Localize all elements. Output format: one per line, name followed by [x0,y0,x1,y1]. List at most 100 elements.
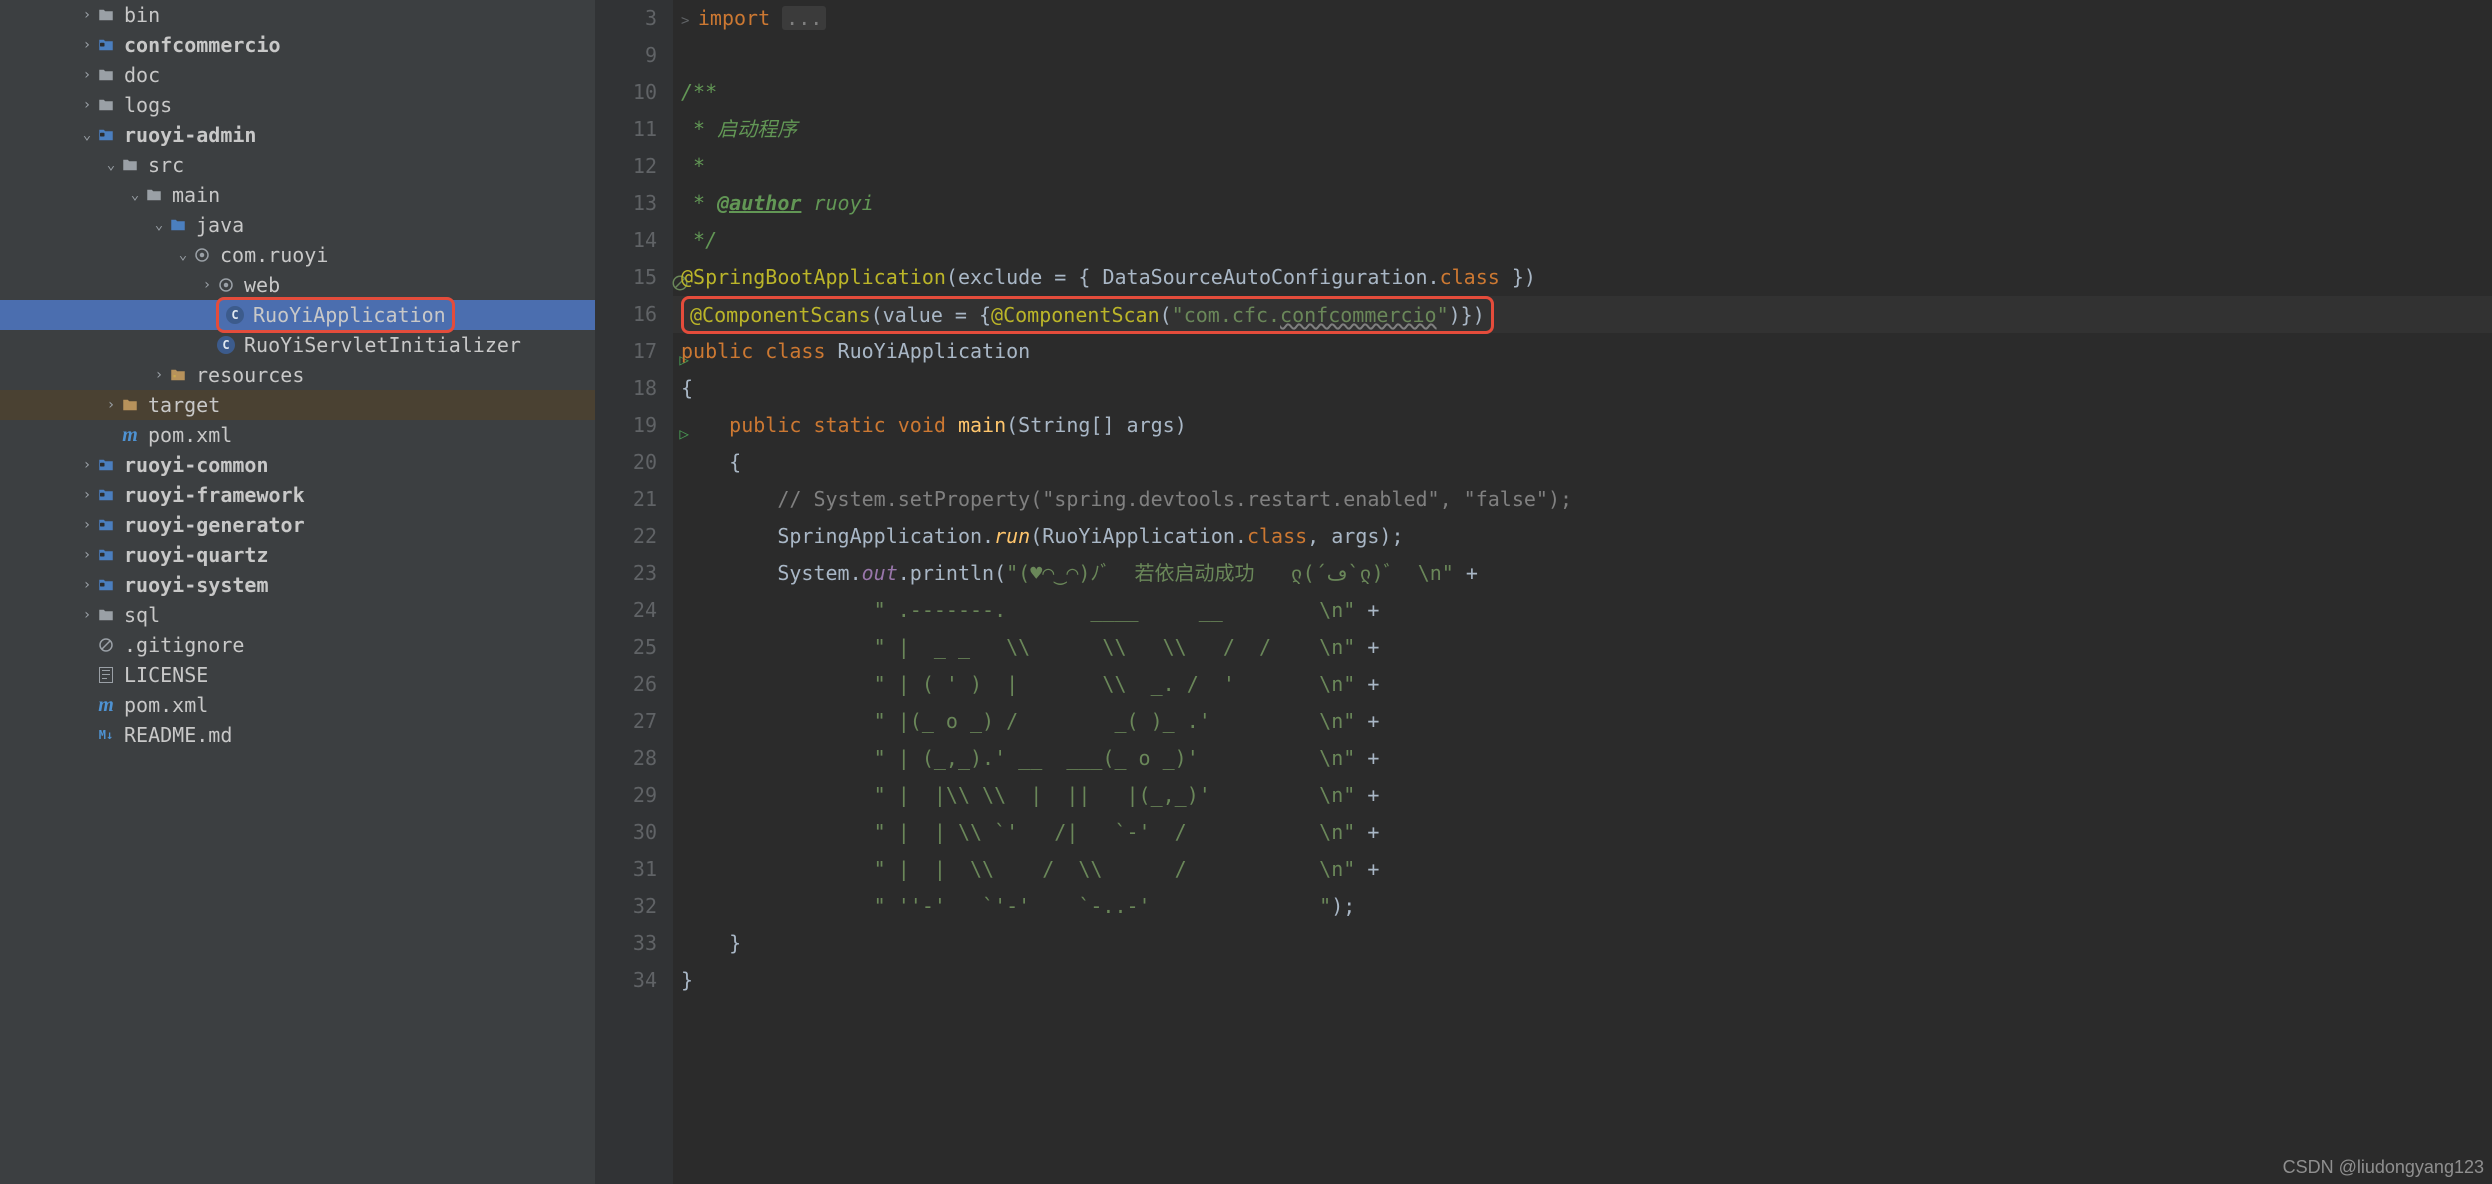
gutter-line-27[interactable]: 27 [595,703,657,740]
tree-item-sql[interactable]: ›sql [0,600,595,630]
chevron-right-icon[interactable]: › [78,547,96,563]
tree-item-confcommercio[interactable]: ›confcommercio [0,30,595,60]
tree-item--gitignore[interactable]: .gitignore [0,630,595,660]
tree-item-pom-xml[interactable]: mpom.xml [0,420,595,450]
tree-item-ruoyi-system[interactable]: ›ruoyi-system [0,570,595,600]
code-line[interactable]: * [673,148,2492,185]
chevron-right-icon[interactable]: › [78,37,96,53]
chevron-right-icon[interactable]: › [102,397,120,413]
chevron-down-icon[interactable]: ⌄ [126,187,144,203]
chevron-right-icon[interactable]: › [78,607,96,623]
gutter-line-26[interactable]: 26 [595,666,657,703]
code-line[interactable]: SpringApplication.run(RuoYiApplication.c… [673,518,2492,555]
code-line[interactable]: " ''-' `'-' `-..-' "); [673,888,2492,925]
tree-item-main[interactable]: ⌄main [0,180,595,210]
chevron-right-icon[interactable]: › [198,277,216,293]
tree-item-ruoyi-common[interactable]: ›ruoyi-common [0,450,595,480]
tree-item-license[interactable]: LICENSE [0,660,595,690]
gutter-line-23[interactable]: 23 [595,555,657,592]
tree-item-doc[interactable]: ›doc [0,60,595,90]
code-line[interactable]: * @author ruoyi [673,185,2492,222]
code-line[interactable]: " | _ _ \\ \\ \\ / / \n" + [673,629,2492,666]
tree-item-ruoyi-admin[interactable]: ⌄ruoyi-admin [0,120,595,150]
code-line[interactable]: " | | \\ / \\ / \n" + [673,851,2492,888]
tree-item-target[interactable]: ›target [0,390,595,420]
gutter-line-32[interactable]: 32 [595,888,657,925]
gutter-line-19[interactable]: 19▷ [595,407,657,444]
code-line[interactable]: @SpringBootApplication(exclude = { DataS… [673,259,2492,296]
chevron-right-icon[interactable]: › [78,517,96,533]
tree-item-readme-md[interactable]: M↓README.md [0,720,595,750]
tree-item-com-ruoyi[interactable]: ⌄com.ruoyi [0,240,595,270]
code-line[interactable]: { [673,370,2492,407]
tree-item-pom-xml[interactable]: mpom.xml [0,690,595,720]
code-line[interactable]: " | |\\ \\ | || |(_,_)' \n" + [673,777,2492,814]
chevron-right-icon[interactable]: › [78,457,96,473]
gutter-line-15[interactable]: 15 [595,259,657,296]
gutter-line-13[interactable]: 13 [595,185,657,222]
chevron-right-icon[interactable]: › [78,97,96,113]
code-line[interactable] [673,37,2492,74]
code-line[interactable]: " | | \\ `' /| `-' / \n" + [673,814,2492,851]
gutter-line-14[interactable]: 14 [595,222,657,259]
code-line[interactable]: } [673,925,2492,962]
gutter-line-17[interactable]: 17▷ [595,333,657,370]
gutter-line-29[interactable]: 29 [595,777,657,814]
code-line[interactable]: */ [673,222,2492,259]
chevron-down-icon[interactable]: ⌄ [150,217,168,233]
chevron-down-icon[interactable]: ⌄ [174,247,192,263]
gutter-line-10[interactable]: 10 [595,74,657,111]
gutter-line-25[interactable]: 25 [595,629,657,666]
code-line[interactable]: " | ( ' ) | \\ _. / ' \n" + [673,666,2492,703]
gutter-line-24[interactable]: 24 [595,592,657,629]
gutter-line-31[interactable]: 31 [595,851,657,888]
tree-item-resources[interactable]: ›resources [0,360,595,390]
code-line[interactable]: } [673,962,2492,999]
gutter-line-9[interactable]: 9 [595,37,657,74]
code-line[interactable]: System.out.println("(♥◠‿◠)ﾉﾞ 若依启动成功 ლ(´ڡ… [673,555,2492,592]
code-line[interactable]: " |(_ o _) / _( )_ .' \n" + [673,703,2492,740]
chevron-down-icon[interactable]: ⌄ [78,127,96,143]
chevron-right-icon[interactable]: › [150,367,168,383]
code-line[interactable]: public static void main(String[] args) [673,407,2492,444]
tree-item-bin[interactable]: ›bin [0,0,595,30]
code-line[interactable]: > import ... [673,0,2492,37]
chevron-down-icon[interactable]: ⌄ [102,157,120,173]
chevron-right-icon[interactable]: › [78,487,96,503]
gutter-line-28[interactable]: 28 [595,740,657,777]
gutter-line-34[interactable]: 34 [595,962,657,999]
fold-icon[interactable]: > [681,13,698,29]
code-line[interactable]: public class RuoYiApplication [673,333,2492,370]
tree-item-web[interactable]: ›web [0,270,595,300]
gutter-line-3[interactable]: 3 [595,0,657,37]
code-line[interactable]: * 启动程序 [673,111,2492,148]
tree-item-ruoyiservletinitializer[interactable]: CRuoYiServletInitializer [0,330,595,360]
code-line-current[interactable]: @ComponentScans(value = {@ComponentScan(… [673,296,2492,333]
code-line[interactable]: /** [673,74,2492,111]
folded-ellipsis[interactable]: ... [782,6,826,30]
tree-item-src[interactable]: ⌄src [0,150,595,180]
tree-item-ruoyi-quartz[interactable]: ›ruoyi-quartz [0,540,595,570]
code-line[interactable]: " .-------. ____ __ \n" + [673,592,2492,629]
project-tree[interactable]: ›bin›confcommercio›doc›logs⌄ruoyi-admin⌄… [0,0,595,1184]
chevron-right-icon[interactable]: › [78,577,96,593]
gutter-line-12[interactable]: 12 [595,148,657,185]
chevron-right-icon[interactable]: › [78,67,96,83]
gutter-line-22[interactable]: 22 [595,518,657,555]
code-editor[interactable]: 391011121314151617▷1819▷2021222324252627… [595,0,2492,1184]
gutter-line-16[interactable]: 16 [595,296,657,333]
tree-item-ruoyi-framework[interactable]: ›ruoyi-framework [0,480,595,510]
tree-item-ruoyi-generator[interactable]: ›ruoyi-generator [0,510,595,540]
gutter-line-18[interactable]: 18 [595,370,657,407]
gutter-line-11[interactable]: 11 [595,111,657,148]
tree-item-java[interactable]: ⌄java [0,210,595,240]
code-area[interactable]: > import ... /** * 启动程序 * * @author ruoy… [673,0,2492,1184]
gutter-line-33[interactable]: 33 [595,925,657,962]
code-line[interactable]: " | (_,_).' __ ___(_ o _)' \n" + [673,740,2492,777]
gutter-line-20[interactable]: 20 [595,444,657,481]
chevron-right-icon[interactable]: › [78,7,96,23]
code-line[interactable]: // System.setProperty("spring.devtools.r… [673,481,2492,518]
tree-item-ruoyiapplication[interactable]: CRuoYiApplication [0,300,595,330]
gutter-line-21[interactable]: 21 [595,481,657,518]
code-line[interactable]: { [673,444,2492,481]
